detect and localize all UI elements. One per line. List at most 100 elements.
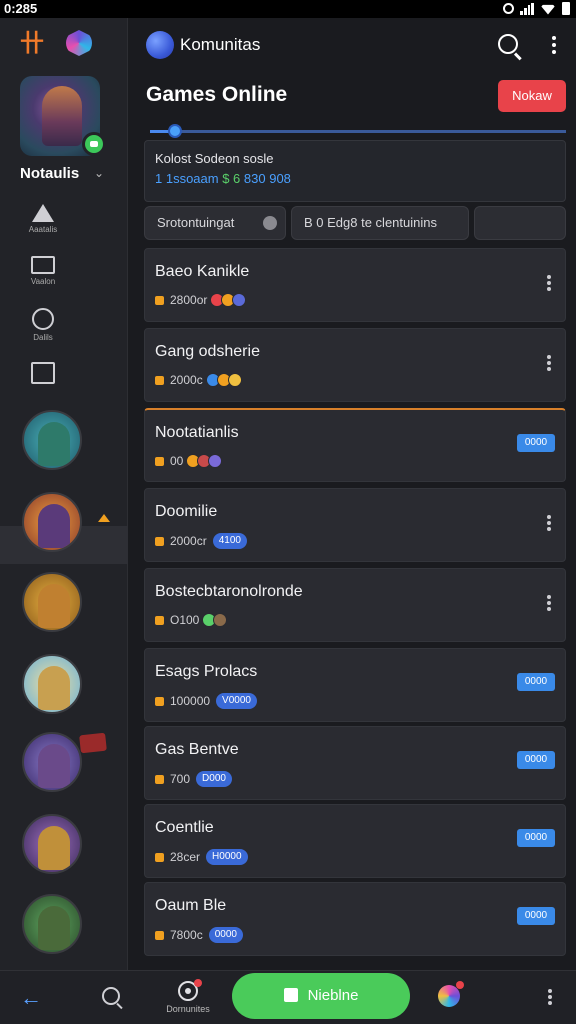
game-tag: 4100 bbox=[212, 533, 247, 549]
game-card[interactable]: Oaum Ble 7800c 0000 0000 bbox=[144, 882, 566, 956]
more-icon[interactable] bbox=[552, 36, 556, 57]
more-icon[interactable] bbox=[547, 275, 551, 293]
player-chips bbox=[186, 454, 223, 468]
more-icon[interactable] bbox=[547, 595, 551, 613]
notification-dot bbox=[194, 979, 202, 987]
game-badge[interactable]: 0000 bbox=[517, 751, 555, 769]
community-tab[interactable]: Dornunites bbox=[164, 979, 212, 1014]
game-title: Baeo Kanikle bbox=[155, 263, 250, 280]
game-card[interactable]: Doomilie 2000cr 4100 bbox=[144, 488, 566, 562]
game-card[interactable]: Gas Bentve 700 D000 0000 bbox=[144, 726, 566, 800]
game-meta-value: 00 bbox=[170, 454, 184, 468]
more-icon[interactable] bbox=[548, 989, 552, 1007]
coin-icon bbox=[155, 375, 164, 385]
game-title: Coentlie bbox=[155, 819, 214, 836]
signal-icon bbox=[520, 2, 534, 15]
game-tag: H0000 bbox=[206, 849, 248, 865]
alarm-icon bbox=[503, 3, 514, 14]
game-meta-value: 2800or bbox=[170, 293, 208, 307]
profile-name[interactable]: Notaulis bbox=[20, 165, 79, 182]
tab-3[interactable] bbox=[474, 206, 566, 240]
coin-icon bbox=[155, 456, 164, 466]
game-title: Gas Bentve bbox=[155, 741, 239, 758]
info-stat-a: 1 1ssoaam bbox=[155, 171, 219, 186]
friend-avatar-3[interactable] bbox=[22, 572, 82, 632]
sidebar-item-0[interactable]: Aaatalis bbox=[0, 204, 86, 234]
community-logo-icon bbox=[146, 31, 174, 59]
game-badge[interactable]: 0000 bbox=[517, 907, 555, 925]
game-badge[interactable]: 0000 bbox=[517, 434, 555, 452]
monitor-icon bbox=[31, 256, 55, 274]
status-time: 0:285 bbox=[4, 1, 38, 16]
friend-avatar-1[interactable] bbox=[22, 410, 82, 470]
game-meta: 100000 V0000 bbox=[155, 693, 257, 709]
info-panel: Kolost Sodeon sosle 1 1ssoaam $ 6 830 90… bbox=[144, 140, 566, 202]
sidebar-item-3[interactable] bbox=[0, 362, 86, 384]
game-title: Doomilie bbox=[155, 503, 218, 520]
main-action-label: Nieblne bbox=[307, 987, 359, 1004]
sidebar-item-1[interactable]: Vaalon bbox=[0, 256, 86, 286]
friend-avatar-2[interactable] bbox=[22, 492, 82, 552]
more-icon[interactable] bbox=[547, 515, 551, 533]
game-card[interactable]: Bostecbtaronolronde O100 bbox=[144, 568, 566, 642]
coin-icon bbox=[155, 536, 164, 546]
game-meta-value: 700 bbox=[170, 772, 191, 786]
game-title: Nootatianlis bbox=[155, 424, 239, 441]
game-badge[interactable]: 0000 bbox=[517, 829, 555, 847]
tab-2[interactable]: B 0 Edg8 te clentuinins bbox=[291, 206, 469, 240]
clear-icon[interactable] bbox=[263, 216, 277, 230]
game-badge[interactable]: 0000 bbox=[517, 673, 555, 691]
game-tag: 0000 bbox=[208, 927, 243, 943]
caret-up-icon bbox=[98, 514, 110, 522]
game-meta-value: 100000 bbox=[170, 694, 211, 708]
app-title: Komunitas bbox=[180, 35, 261, 54]
battery-icon bbox=[562, 2, 570, 15]
status-icons bbox=[503, 2, 570, 15]
friend-avatar-6[interactable] bbox=[22, 814, 82, 874]
flag-icon bbox=[79, 732, 107, 754]
game-tag: D000 bbox=[196, 771, 232, 787]
game-title: Bostecbtaronolronde bbox=[155, 583, 303, 600]
game-meta: 28cer H0000 bbox=[155, 849, 248, 865]
notify-button[interactable]: Nokaw bbox=[498, 80, 566, 112]
coin-icon bbox=[155, 930, 164, 940]
coin-icon bbox=[155, 696, 164, 706]
progress-knob[interactable] bbox=[167, 124, 182, 138]
game-title: Esags Prolacs bbox=[155, 663, 258, 680]
search-icon[interactable] bbox=[102, 987, 120, 1005]
chevron-down-icon[interactable]: ⌄ bbox=[94, 166, 104, 180]
sidebar: 卄 Notaulis ⌄ Aaatalis Vaalon Dalils bbox=[0, 18, 128, 970]
sidebar-item-2[interactable]: Dalils bbox=[0, 308, 86, 342]
tab-1[interactable]: Srotontuingat bbox=[144, 206, 286, 240]
game-meta: 2000c bbox=[155, 373, 242, 387]
game-meta: 2800or bbox=[155, 293, 247, 307]
game-card[interactable]: Nootatianlis 00 0000 bbox=[144, 408, 566, 482]
player-chips bbox=[202, 613, 228, 627]
info-stat-c: 830 908 bbox=[243, 171, 291, 186]
game-meta-value: 7800c bbox=[170, 928, 203, 942]
gem-icon[interactable] bbox=[66, 30, 92, 56]
game-card[interactable]: Esags Prolacs 100000 V0000 0000 bbox=[144, 648, 566, 722]
friend-avatar-7[interactable] bbox=[22, 894, 82, 954]
game-card[interactable]: Coentlie 28cer H0000 0000 bbox=[144, 804, 566, 878]
notification-dot bbox=[456, 981, 464, 989]
app-logo-icon[interactable]: 卄 bbox=[18, 30, 46, 58]
page-title: Games Online bbox=[146, 83, 288, 106]
friend-avatar-4[interactable] bbox=[22, 654, 82, 714]
gem-icon[interactable] bbox=[438, 985, 460, 1007]
game-meta-value: 28cer bbox=[170, 850, 201, 864]
progress-bar[interactable] bbox=[150, 124, 566, 138]
more-icon[interactable] bbox=[547, 355, 551, 373]
main-action-button[interactable]: Nieblne bbox=[232, 973, 410, 1019]
game-card[interactable]: Gang odsherie 2000c bbox=[144, 328, 566, 402]
back-icon[interactable]: ← bbox=[20, 987, 42, 1009]
friend-avatar-5[interactable] bbox=[22, 732, 82, 792]
tab-bar: Srotontuingat B 0 Edg8 te clentuinins bbox=[144, 206, 566, 240]
grid-icon bbox=[283, 988, 298, 1002]
game-meta: 2000cr 4100 bbox=[155, 533, 247, 549]
search-icon[interactable] bbox=[498, 34, 518, 54]
sidebar-item-label: Vaalon bbox=[30, 277, 56, 286]
status-bar: 0:285 bbox=[0, 0, 576, 18]
game-card[interactable]: Baeo Kanikle 2800or bbox=[144, 248, 566, 322]
coin-icon bbox=[155, 774, 164, 784]
